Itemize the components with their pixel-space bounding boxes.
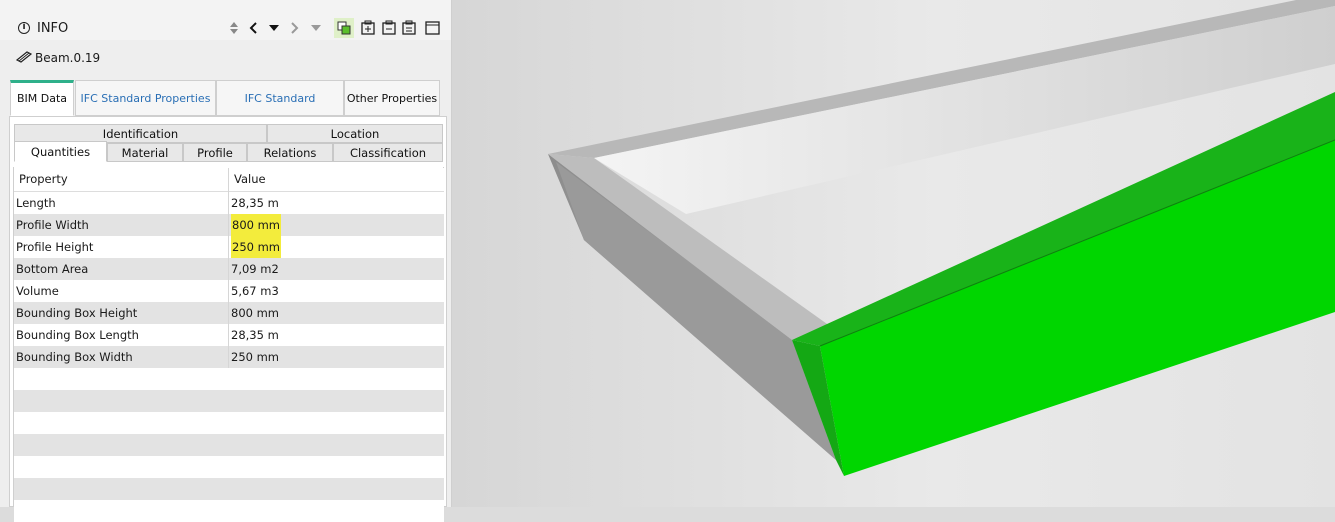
subtab-quantities[interactable]: Quantities — [14, 141, 107, 162]
panel-title: INFO — [37, 21, 69, 36]
table-header: Property Value — [14, 168, 444, 192]
table-row[interactable] — [14, 434, 444, 456]
3d-viewport[interactable] — [452, 0, 1335, 507]
cell-value: 800 mm — [231, 306, 280, 320]
chevron-right-icon[interactable] — [289, 20, 301, 36]
list-panel-icon[interactable] — [402, 20, 416, 36]
remove-panel-icon[interactable] — [382, 20, 396, 36]
chevron-left-icon[interactable] — [247, 20, 259, 36]
tab-other-properties[interactable]: Other Properties — [344, 80, 440, 116]
tab-ifc-standard-quantities[interactable]: IFC Standard Quantities — [216, 80, 344, 141]
cell-value: 5,67 m3 — [231, 284, 279, 298]
info-panel: i INFO Beam.0.19 BIM Data IFC Standard P… — [0, 0, 452, 522]
select-objects-icon[interactable] — [334, 18, 354, 38]
cell-value: 28,35 m — [231, 196, 279, 210]
beam-frame-model[interactable] — [452, 0, 1335, 507]
table-row[interactable] — [14, 368, 444, 390]
table-row[interactable] — [14, 456, 444, 478]
tab-bim-data[interactable]: BIM Data — [10, 80, 74, 116]
subtab-classification[interactable]: Classification — [333, 143, 443, 162]
add-panel-icon[interactable] — [361, 20, 375, 36]
cell-property: Volume — [16, 284, 59, 298]
cell-value: 250 mm — [231, 236, 282, 258]
cell-value: 250 mm — [231, 350, 280, 364]
cell-property: Bounding Box Length — [16, 328, 139, 342]
cell-property: Bounding Box Height — [16, 306, 138, 320]
table-row[interactable]: Bounding Box Length 28,35 m — [14, 324, 444, 346]
table-row[interactable]: Length 28,35 m — [14, 192, 444, 214]
panel-header: i INFO — [0, 0, 451, 40]
table-row[interactable]: Bounding Box Height 800 mm — [14, 302, 444, 324]
subtab-profile[interactable]: Profile — [183, 143, 247, 162]
info-icon: i — [18, 22, 30, 34]
cell-property: Bottom Area — [16, 262, 89, 276]
table-row[interactable] — [14, 500, 444, 522]
column-header-property[interactable]: Property — [19, 168, 68, 190]
cell-value: 28,35 m — [231, 328, 279, 342]
subtab-material[interactable]: Material — [107, 143, 183, 162]
cell-value: 800 mm — [231, 214, 282, 236]
cell-property: Length — [16, 196, 56, 210]
properties-table: Property Value Length 28,35 m Profile Widt… — [13, 167, 444, 522]
caret-down-icon[interactable] — [268, 20, 280, 36]
tab-ifc-standard-properties[interactable]: IFC Standard Properties — [75, 80, 216, 116]
table-row[interactable] — [14, 412, 444, 434]
table-row[interactable]: Bottom Area 7,09 m2 — [14, 258, 444, 280]
column-header-value[interactable]: Value — [234, 168, 266, 190]
table-row[interactable]: Volume 5,67 m3 — [14, 280, 444, 302]
object-name: Beam.0.19 — [35, 51, 101, 65]
subtab-location[interactable]: Location — [267, 124, 443, 143]
table-row[interactable]: Profile Width 800 mm — [14, 214, 444, 236]
table-row[interactable] — [14, 390, 444, 412]
cell-value: 7,09 m2 — [231, 262, 279, 276]
cell-property: Bounding Box Width — [16, 350, 133, 364]
caret-down-disabled-icon[interactable] — [310, 20, 322, 36]
table-row[interactable] — [14, 478, 444, 500]
table-row[interactable]: Bounding Box Width 250 mm — [14, 346, 444, 368]
subtab-relations[interactable]: Relations — [247, 143, 333, 162]
sort-updown-icon[interactable] — [228, 20, 240, 36]
table-row[interactable]: Profile Height 250 mm — [14, 236, 444, 258]
beam-icon — [16, 51, 32, 63]
window-icon[interactable] — [425, 20, 440, 36]
cell-property: Profile Height — [16, 240, 94, 254]
cell-property: Profile Width — [16, 218, 89, 232]
